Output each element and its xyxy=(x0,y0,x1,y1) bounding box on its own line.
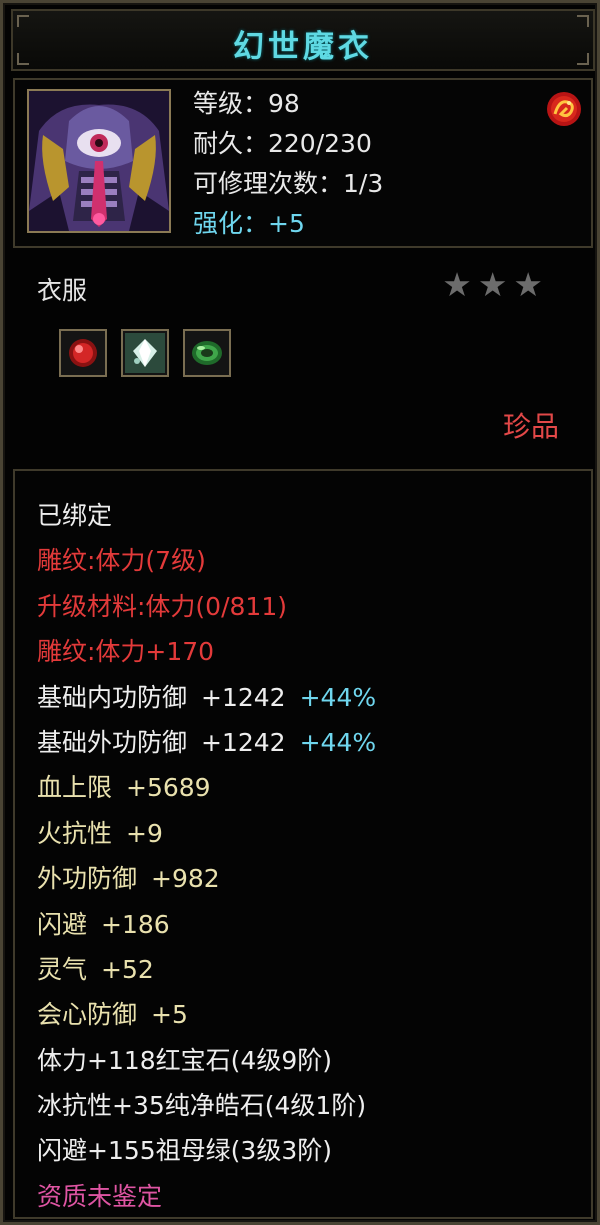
bound-status: 已绑定 xyxy=(37,501,113,530)
quality-status: 资质未鉴定 xyxy=(37,1181,163,1211)
gem-slot[interactable] xyxy=(121,329,169,377)
rarity-label: 珍品 xyxy=(502,410,559,443)
repair-count-stat: 可修理次数：1/3 xyxy=(193,169,384,198)
ruby-gem-icon xyxy=(69,339,97,367)
attr-label: 基础内功防御 xyxy=(37,682,188,712)
durability-stat: 耐久：220/230 xyxy=(193,129,372,158)
item-type-section: 衣服 ★★★ 珍品 xyxy=(13,253,593,463)
attr-value: +1242 xyxy=(201,727,286,757)
item-stats-block: 等级：98 耐久：220/230 可修理次数：1/3 强化：+5 xyxy=(193,84,383,244)
attr-value: +5 xyxy=(151,1000,188,1030)
attr-label: 灵气 xyxy=(37,954,88,984)
item-header-panel: 等级：98 耐久：220/230 可修理次数：1/3 强化：+5 xyxy=(13,78,593,248)
attr-outer-def-bonus: 外功防御 +982 xyxy=(37,856,376,901)
item-name-title: 幻世魔衣 xyxy=(233,29,373,65)
attr-inner-defense: 基础内功防御 +1242 +44% xyxy=(37,675,376,720)
attr-value: +9 xyxy=(126,818,163,848)
attr-percent: +44% xyxy=(299,727,377,757)
armor-portrait-icon xyxy=(27,89,171,233)
title-bar: 幻世魔衣 xyxy=(11,9,595,71)
attr-percent: +44% xyxy=(299,682,377,712)
gem-slot[interactable] xyxy=(59,329,107,377)
attr-label: 会心防御 xyxy=(37,1000,138,1030)
attribute-panel: 已绑定 雕纹:体力(7级) 升级材料:体力(0/811) 雕纹:体力+170 基… xyxy=(13,469,593,1219)
attr-value: +1242 xyxy=(201,682,286,712)
attr-fire-resistance: 火抗性 +9 xyxy=(37,811,376,856)
upgrade-material: 升级材料:体力(0/811) xyxy=(37,591,287,621)
gem-bonus-ruby: 体力+118红宝石(4级9阶) xyxy=(37,1045,332,1075)
diamond-gem-icon xyxy=(125,333,165,373)
gem-bonus-diamond: 冰抗性+35纯净皓石(4级1阶) xyxy=(37,1091,367,1121)
attr-value: +982 xyxy=(151,864,220,894)
engrave-bonus: 雕纹:体力+170 xyxy=(37,637,215,667)
level-stat: 等级：98 xyxy=(193,89,300,118)
item-type-label: 衣服 xyxy=(37,276,88,305)
attr-value: +52 xyxy=(101,954,154,984)
enhance-stat: 强化：+5 xyxy=(193,209,305,238)
attr-value: +186 xyxy=(101,909,170,939)
attr-outer-defense: 基础外功防御 +1242 +44% xyxy=(37,720,376,765)
item-tooltip-window: 幻世魔衣 等级：98 耐久：220/230 可修理次数：1/3 强化：+5 衣服… xyxy=(0,0,600,1225)
attr-dodge: 闪避 +186 xyxy=(37,902,376,947)
attr-crit-defense: 会心防御 +5 xyxy=(37,992,376,1037)
attr-label: 血上限 xyxy=(37,773,113,803)
attr-label: 外功防御 xyxy=(37,864,138,894)
star-rating: ★★★ xyxy=(442,265,549,304)
attr-label: 闪避 xyxy=(37,909,88,939)
attr-value: +5689 xyxy=(126,773,211,803)
gem-slots xyxy=(59,329,231,377)
gem-bonus-emerald: 闪避+155祖母绿(3级3阶) xyxy=(37,1136,332,1166)
dragon-emblem-icon xyxy=(545,90,583,128)
attr-spirit: 灵气 +52 xyxy=(37,947,376,992)
attribute-list: 已绑定 雕纹:体力(7级) 升级材料:体力(0/811) 雕纹:体力+170 基… xyxy=(37,493,376,1219)
attr-label: 基础外功防御 xyxy=(37,727,188,757)
attr-hp-max: 血上限 +5689 xyxy=(37,765,376,810)
emerald-gem-icon xyxy=(192,341,222,365)
attr-label: 火抗性 xyxy=(37,818,113,848)
engrave-level: 雕纹:体力(7级) xyxy=(37,546,206,576)
gem-slot[interactable] xyxy=(183,329,231,377)
